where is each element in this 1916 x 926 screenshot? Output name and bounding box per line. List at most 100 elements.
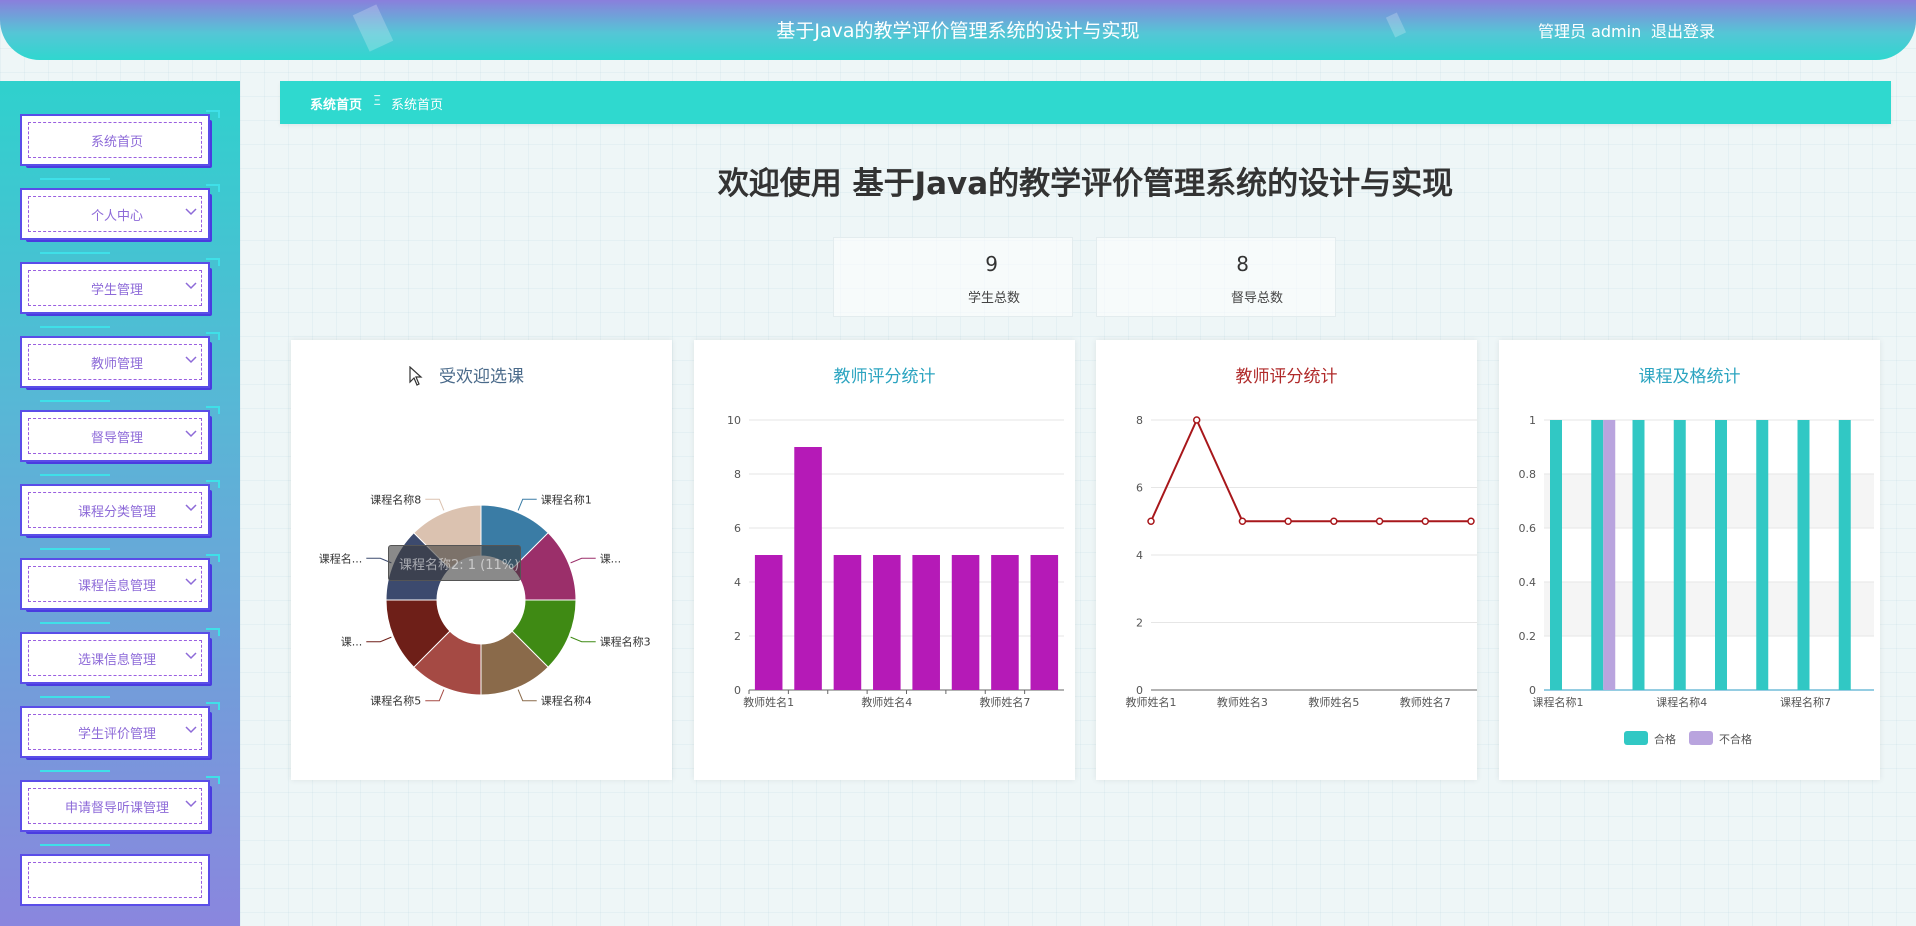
y-tick-label: 0 xyxy=(734,684,741,697)
sidebar-item-3[interactable]: 学生管理 xyxy=(20,258,220,328)
bar-pass xyxy=(1632,420,1645,690)
bar-pass xyxy=(1591,420,1604,690)
legend-swatch xyxy=(1689,731,1713,745)
bar xyxy=(1030,555,1059,690)
chevron-down-icon xyxy=(185,282,197,290)
circuit-decoration xyxy=(206,480,220,488)
y-tick-label: 8 xyxy=(1136,414,1143,427)
menu-frame xyxy=(20,854,210,906)
x-tick-label: 课程名称1 xyxy=(1533,695,1584,709)
bar-pass xyxy=(1715,420,1727,690)
x-tick-label: 教师姓名5 xyxy=(1308,695,1359,709)
legend-swatch xyxy=(1624,731,1648,745)
y-tick-label: 10 xyxy=(727,414,741,427)
sidebar-item-8[interactable]: 选课信息管理 xyxy=(20,628,220,698)
sidebar-item-10[interactable]: 申请督导听课管理 xyxy=(20,776,220,846)
line-point xyxy=(1330,517,1338,525)
popular-courses-card: 受欢迎选课 课程名称1 课... 课程名称3 课程名称4 课程名称5 课... 课程名...… xyxy=(291,340,672,780)
circuit-decoration xyxy=(206,406,220,414)
bar-pass xyxy=(1797,420,1810,690)
slice-leader-line xyxy=(425,689,445,702)
x-tick-label: 教师姓名3 xyxy=(1217,695,1268,709)
bar-pass xyxy=(1673,420,1686,690)
bar-fail xyxy=(1603,420,1616,690)
bar xyxy=(991,555,1019,690)
y-tick-label: 6 xyxy=(734,522,741,535)
slice-label: 课程名... xyxy=(319,551,363,565)
x-tick-label: 课程名称7 xyxy=(1780,695,1831,709)
circuit-decoration xyxy=(40,474,110,476)
circuit-decoration xyxy=(206,332,220,340)
chevron-down-icon xyxy=(185,430,197,438)
circuit-decoration xyxy=(206,776,220,784)
circuit-decoration xyxy=(206,554,220,562)
circuit-decoration xyxy=(40,400,110,402)
circuit-decoration xyxy=(40,178,110,180)
x-tick-label: 教师姓名1 xyxy=(1126,695,1177,709)
teacher-score-bar-card: 教师评分统计 0 2 4 6 8 10 教师姓名1 教师姓名4 教师姓名7 xyxy=(694,340,1075,780)
sidebar-item-9[interactable]: 学生评价管理 xyxy=(20,702,220,772)
current-user: 管理员 admin xyxy=(1538,22,1642,41)
sidebar-item-5[interactable]: 督导管理 xyxy=(20,406,220,476)
bar xyxy=(754,555,783,690)
circuit-decoration xyxy=(40,622,110,624)
bar xyxy=(873,555,901,690)
sidebar-item-label: 系统首页 xyxy=(90,135,143,150)
line-point xyxy=(1147,517,1155,525)
slice-leader-line xyxy=(517,689,537,702)
line-point xyxy=(1375,517,1384,525)
sidebar-item-6[interactable]: 课程分类管理 xyxy=(20,480,220,550)
slice-label: 课... xyxy=(341,636,363,649)
slice-label: 课程名称4 xyxy=(541,694,592,708)
circuit-decoration xyxy=(206,628,220,636)
circuit-decoration xyxy=(40,770,110,772)
supervisor-count-card: 8 督导总数 xyxy=(1096,237,1336,317)
circuit-decoration xyxy=(40,844,110,846)
bar xyxy=(951,555,980,690)
x-tick-label: 课程名称4 xyxy=(1656,695,1707,709)
mouse-cursor-icon xyxy=(409,366,423,386)
slice-leader-line xyxy=(425,498,445,511)
y-tick-label: 0.8 xyxy=(1519,468,1537,481)
menu-inner-border xyxy=(28,862,202,898)
line-point xyxy=(1467,517,1475,525)
breadcrumb-current: 系统首页 xyxy=(391,98,444,113)
chevron-down-icon xyxy=(185,652,197,660)
slice-leader-line xyxy=(517,498,537,511)
chevron-down-icon xyxy=(185,800,197,808)
breadcrumb-home[interactable]: 系统首页 xyxy=(310,94,362,113)
line-point xyxy=(1238,517,1247,525)
legend-label: 不合格 xyxy=(1719,732,1752,746)
chevron-down-icon xyxy=(185,726,197,734)
top-bar: 基于Java的教学评价管理系统的设计与实现 管理员 admin 退出登录 xyxy=(0,0,1916,60)
chevron-down-icon xyxy=(185,208,197,216)
y-tick-label: 1 xyxy=(1529,414,1536,427)
circuit-decoration xyxy=(40,326,110,328)
line-chart: 02468教师姓名1 教师姓名3 教师姓名5 教师姓名7 xyxy=(1126,414,1477,709)
circuit-decoration xyxy=(206,184,220,192)
chart-tooltip: 课程名称2: 1 (11%) xyxy=(388,545,521,581)
circuit-decoration xyxy=(206,110,220,118)
student-count-value: 9 xyxy=(985,252,998,276)
sidebar-item-1[interactable]: 系统首页 xyxy=(20,110,220,180)
y-tick-label: 8 xyxy=(734,468,741,481)
welcome-heading: 欢迎使用 基于Java的教学评价管理系统的设计与实现 xyxy=(717,166,1454,202)
sidebar: 系统首页个人中心 学生管理 教师管理 督导管理 课程分类管理 课程信息管理 选课信息管理 学生… xyxy=(0,81,240,926)
slice-leader-line xyxy=(570,557,596,564)
slice-label: 课... xyxy=(600,552,622,565)
y-tick-label: 2 xyxy=(1136,617,1143,630)
student-count-label: 学生总数 xyxy=(967,291,1020,306)
bar-chart: 0 2 4 6 8 10 教师姓名1 教师姓名4 教师姓名7 xyxy=(727,414,1064,709)
sidebar-item-7[interactable]: 课程信息管理 xyxy=(20,554,220,624)
x-tick-label: 教师姓名7 xyxy=(1400,695,1451,709)
supervisor-count-label: 督导总数 xyxy=(1230,291,1283,306)
logout-link[interactable]: 退出登录 xyxy=(1651,18,1715,42)
slice-label: 课程名称5 xyxy=(370,694,421,708)
sidebar-item-4[interactable]: 教师管理 xyxy=(20,332,220,402)
x-tick-label: 教师姓名1 xyxy=(743,695,794,709)
y-tick-label: 6 xyxy=(1136,482,1143,495)
sidebar-item-partial[interactable] xyxy=(20,854,214,910)
bar xyxy=(833,555,862,690)
sidebar-item-2[interactable]: 个人中心 xyxy=(20,184,220,254)
chevron-down-icon xyxy=(185,504,197,512)
